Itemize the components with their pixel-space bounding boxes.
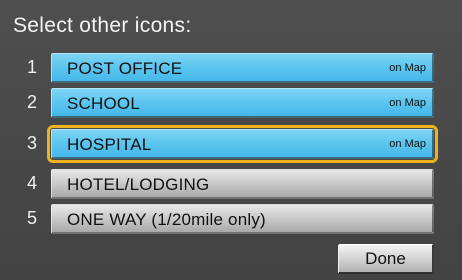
item-number: 2: [26, 92, 37, 112]
list-item: 4 HOTEL/LODGING: [0, 166, 462, 203]
item-number: 5: [26, 208, 37, 228]
item-one-way-button[interactable]: ONE WAY (1/20mile only): [51, 204, 434, 234]
on-map-status: on Map: [389, 62, 426, 74]
list-item: 3 HOSPITAL on Map: [0, 125, 462, 163]
item-number: 4: [26, 173, 37, 193]
list-item: 2 SCHOOL on Map: [0, 85, 462, 122]
item-number: 3: [26, 133, 37, 153]
done-button[interactable]: Done: [338, 244, 434, 274]
item-label: HOTEL/LODGING: [67, 175, 210, 194]
list-item: 5 ONE WAY (1/20mile only): [0, 201, 462, 238]
item-post-office-button[interactable]: POST OFFICE on Map: [51, 53, 434, 83]
item-label: SCHOOL: [67, 94, 140, 113]
item-school-button[interactable]: SCHOOL on Map: [51, 88, 434, 118]
on-map-status: on Map: [389, 97, 426, 109]
item-label: ONE WAY (1/20mile only): [67, 210, 266, 229]
icon-selection-screen: Select other icons: 1 POST OFFICE on Map…: [0, 0, 462, 280]
item-label: POST OFFICE: [67, 59, 183, 78]
item-hospital-button[interactable]: HOSPITAL on Map: [47, 125, 438, 163]
item-label: HOSPITAL: [67, 135, 152, 154]
page-title: Select other icons:: [13, 14, 192, 37]
on-map-status: on Map: [389, 138, 426, 150]
item-hotel-lodging-button[interactable]: HOTEL/LODGING: [51, 169, 434, 199]
item-number: 1: [26, 57, 37, 77]
list-item: 1 POST OFFICE on Map: [0, 50, 462, 87]
